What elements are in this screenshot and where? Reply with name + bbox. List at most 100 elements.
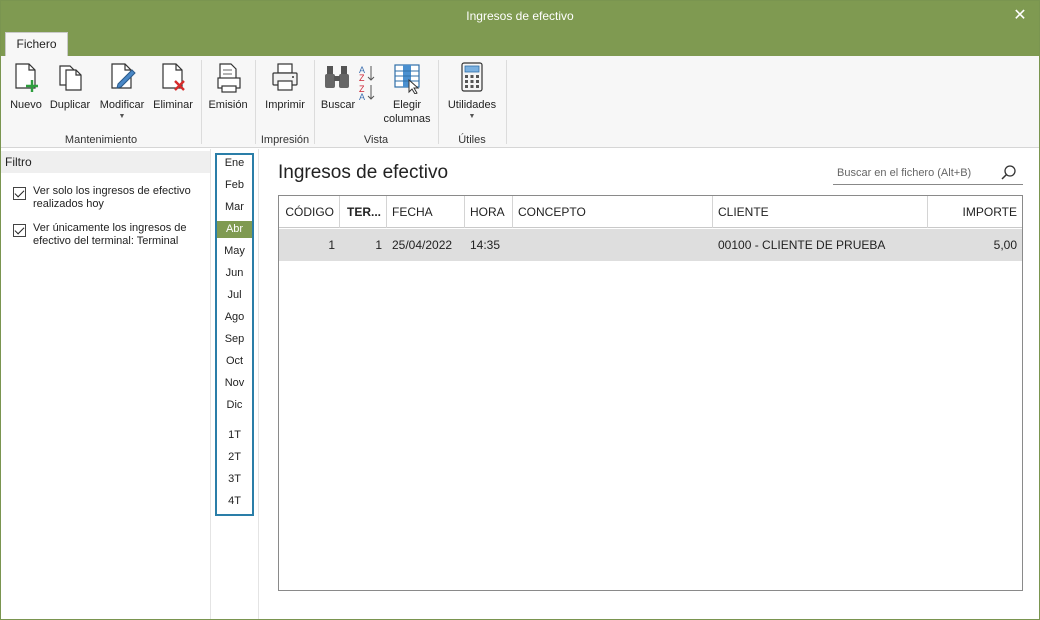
month-nov[interactable]: Nov	[217, 375, 252, 392]
ribbon-separator	[201, 60, 202, 144]
printer-icon	[272, 63, 298, 91]
svg-text:A: A	[359, 92, 365, 100]
group-label-impresion: Impresión	[260, 134, 310, 146]
column-header-fecha[interactable]: FECHA	[387, 196, 465, 228]
search-button-label: Buscar	[320, 99, 356, 111]
delete-button-label: Eliminar	[153, 99, 193, 111]
group-label-utiles: Útiles	[458, 134, 486, 146]
quarter-3t[interactable]: 3T	[217, 471, 252, 488]
close-icon: ✕	[1013, 7, 1027, 24]
filter-header: Filtro	[1, 151, 210, 173]
column-header-cliente[interactable]: CLIENTE	[713, 196, 928, 228]
window-title: Ingresos de efectivo	[466, 9, 574, 23]
column-header-terminal[interactable]: TER...	[340, 196, 387, 228]
ribbon-tabstrip: Fichero	[1, 32, 1039, 56]
sort-icon: A Z Z A	[359, 65, 375, 100]
ribbon-separator	[255, 60, 256, 144]
filter-terminal-label: Ver únicamente los ingresos de efectivo …	[33, 222, 187, 247]
emission-button-label: Emisión	[208, 99, 248, 111]
data-grid: CÓDIGO TER... FECHA HORA CONCEPTO CLIENT…	[278, 195, 1023, 591]
ribbon-separator	[438, 60, 439, 144]
print-preview-icon	[217, 63, 241, 93]
group-label-mantenimiento: Mantenimiento	[64, 134, 138, 146]
quarter-4t[interactable]: 4T	[217, 493, 252, 510]
cell-terminal: 1	[375, 238, 382, 252]
calculator-icon	[461, 62, 483, 92]
month-selector: Ene Feb Mar Abr May Jun Jul Ago Sep Oct …	[215, 153, 254, 516]
quarter-2t[interactable]: 2T	[217, 449, 252, 466]
duplicate-button-label: Duplicar	[49, 99, 91, 111]
chevron-down-icon: ▼	[118, 113, 126, 120]
ribbon-separator	[506, 60, 507, 144]
delete-document-icon	[162, 63, 185, 91]
filter-terminal-checkbox[interactable]: Ver únicamente los ingresos de efectivo …	[13, 222, 205, 248]
page-title: Ingresos de efectivo	[278, 162, 449, 183]
month-may[interactable]: May	[217, 243, 252, 260]
cell-fecha: 25/04/2022	[392, 238, 453, 252]
sort-button[interactable]: A Z Z A	[358, 60, 376, 100]
duplicate-button[interactable]: Duplicar	[47, 60, 93, 113]
ribbon-group-mantenimiento: Nuevo Duplicar Modificar ▼ Eliminar Mant…	[3, 56, 199, 148]
emission-button[interactable]: Emisión	[205, 60, 251, 113]
title-bar: Ingresos de efectivo	[1, 1, 1039, 32]
search-button[interactable]: Buscar	[318, 60, 358, 113]
month-jul[interactable]: Jul	[217, 287, 252, 304]
column-header-codigo[interactable]: CÓDIGO	[279, 196, 340, 228]
column-header-importe[interactable]: IMPORTE	[928, 196, 1022, 228]
group-label-vista: Vista	[363, 134, 389, 146]
cell-importe: 5,00	[993, 238, 1017, 252]
choose-columns-button[interactable]: Elegir columnas	[380, 60, 434, 126]
search-icon[interactable]	[1000, 164, 1018, 182]
ribbon-group-utiles: Utilidades ▼ Útiles	[440, 56, 504, 148]
ribbon: Nuevo Duplicar Modificar ▼ Eliminar Mant…	[1, 56, 1039, 148]
binoculars-icon	[325, 66, 349, 88]
column-header-hora[interactable]: HORA	[465, 196, 513, 228]
month-ene[interactable]: Ene	[217, 155, 252, 172]
cell-concepto	[513, 229, 713, 261]
app-window: Ingresos de efectivo ✕ Fichero Nuevo Dup…	[0, 0, 1040, 620]
filter-today-label: Ver solo los ingresos de efectivo realiz…	[33, 185, 191, 210]
chevron-down-icon: ▼	[468, 113, 476, 120]
checkbox-checked[interactable]	[13, 224, 26, 237]
table-row[interactable]: 1 1 25/04/2022 14:35 00100 - CLIENTE DE …	[279, 229, 1022, 261]
ribbon-group-vista: Buscar A Z Z A Elegir columnas Vista	[316, 56, 436, 148]
choose-columns-label-2: columnas	[383, 113, 431, 125]
new-button-label: Nuevo	[10, 99, 42, 111]
utilities-button[interactable]: Utilidades ▼	[443, 60, 501, 121]
choose-columns-icon	[394, 64, 420, 94]
filter-today-checkbox[interactable]: Ver solo los ingresos de efectivo realiz…	[13, 185, 205, 211]
checkbox-checked[interactable]	[13, 187, 26, 200]
ribbon-group-impresion: Imprimir Impresión	[257, 56, 313, 148]
month-mar[interactable]: Mar	[217, 199, 252, 216]
print-button-label: Imprimir	[265, 99, 305, 111]
print-button[interactable]: Imprimir	[261, 60, 309, 113]
filter-panel: Filtro Ver solo los ingresos de efectivo…	[1, 149, 211, 619]
modify-button-label: Modificar	[99, 99, 145, 111]
cell-cliente: 00100 - CLIENTE DE PRUEBA	[718, 238, 886, 252]
tab-fichero[interactable]: Fichero	[5, 32, 68, 56]
month-ago[interactable]: Ago	[217, 309, 252, 326]
month-sep[interactable]: Sep	[217, 331, 252, 348]
quarter-1t[interactable]: 1T	[217, 427, 252, 444]
new-document-icon	[15, 63, 38, 92]
column-header-concepto[interactable]: CONCEPTO	[513, 196, 713, 228]
cell-codigo: 1	[328, 238, 335, 252]
choose-columns-label-1: Elegir	[392, 99, 422, 111]
cell-hora: 14:35	[470, 238, 501, 252]
month-abr[interactable]: Abr	[217, 221, 252, 238]
grid-header: CÓDIGO TER... FECHA HORA CONCEPTO CLIENT…	[279, 196, 1022, 228]
month-jun[interactable]: Jun	[217, 265, 252, 282]
month-dic[interactable]: Dic	[217, 397, 252, 414]
month-oct[interactable]: Oct	[217, 353, 252, 370]
new-button[interactable]: Nuevo	[7, 60, 45, 113]
svg-text:Z: Z	[359, 73, 365, 83]
search-input[interactable]	[837, 164, 992, 182]
ribbon-separator	[314, 60, 315, 144]
close-button[interactable]: ✕	[1009, 5, 1031, 27]
duplicate-icon	[59, 65, 82, 91]
month-feb[interactable]: Feb	[217, 177, 252, 194]
utilities-button-label: Utilidades	[447, 99, 497, 111]
modify-button[interactable]: Modificar ▼	[96, 60, 148, 121]
search-box	[833, 161, 1023, 185]
delete-button[interactable]: Eliminar	[150, 60, 196, 113]
